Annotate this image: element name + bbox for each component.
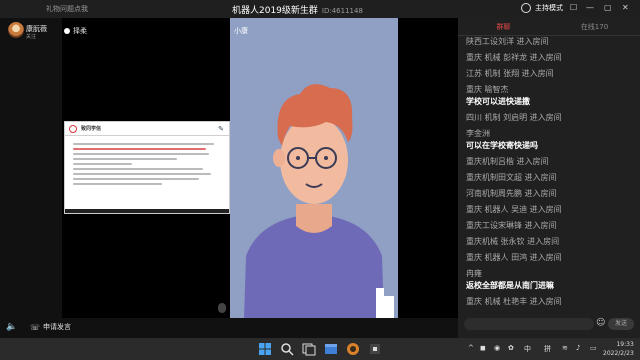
speaker-illustration [244, 84, 394, 318]
tab-group-chat[interactable]: 群聊 [458, 18, 549, 35]
chat-message: 重庆机制吕楷 进入房间 [466, 157, 549, 166]
host-mode-icon [521, 3, 531, 13]
chat-message: 江苏 机制 张翔 进入房间 [466, 69, 554, 78]
tray-app-icon[interactable]: ◉ [494, 344, 500, 352]
side-strip [398, 18, 458, 318]
panel-tabs: 群聊 在线170 [458, 18, 640, 36]
tab-online[interactable]: 在线170 [549, 18, 640, 35]
host-mode-label: 主持模式 [535, 4, 563, 12]
chat-sender: 冉雍 [466, 269, 482, 278]
wifi-icon[interactable]: ≋ [562, 344, 568, 352]
send-button[interactable]: 发送 [608, 318, 634, 330]
windows-start-icon[interactable] [258, 342, 272, 356]
host-mode-toggle[interactable]: 主持模式 [521, 3, 563, 13]
room-id: ID:4611148 [321, 7, 363, 15]
window-title: 机器人2019级新生群 ID:4611148 [232, 3, 363, 16]
chat-message: 学校可以进快递撒 [466, 97, 530, 106]
chat-message: 四川 机制 刘启明 进入房间 [466, 113, 562, 122]
chat-message: 重庆机制田文超 进入房间 [466, 173, 557, 182]
app-window-icon[interactable] [324, 342, 338, 356]
app-window: 礼物问题点我 机器人2019级新生群 ID:4611148 主持模式 ☐ — ▢ … [0, 0, 640, 338]
follow-button[interactable]: 关注 [26, 33, 36, 40]
battery-icon[interactable]: ▭ [590, 344, 597, 352]
clock-time: 19:33 [616, 341, 634, 348]
chat-message: 重庆 机器人 吴迪 进入房间 [466, 205, 562, 214]
document-header: 致同学信 [65, 122, 229, 136]
mic-icon[interactable] [218, 303, 226, 313]
chat-panel: 群聊 在线170 陕西工设刘洋 进入房间 重庆 机械 彭祥龙 进入房间 江苏 机… [458, 18, 640, 338]
task-view-icon[interactable] [302, 342, 316, 356]
pen-icon[interactable]: ✎ [218, 125, 224, 133]
player-app-icon[interactable] [368, 342, 382, 356]
chat-message: 重庆 机器人 田鸿 进入房间 [466, 253, 562, 262]
close-icon[interactable]: ✕ [622, 3, 629, 12]
taskbar: ^ ◼ ◉ ✿ 中 拼 ≋ ♪ ▭ 19:33 2022/2/23 [0, 338, 640, 360]
phone-icon: ☏ [30, 322, 41, 332]
main-video-label: 择柔 [64, 26, 87, 36]
host-avatar[interactable] [8, 22, 24, 38]
chat-message: 可以在学校寄快递吗 [466, 141, 538, 150]
tray-chevron-icon[interactable]: ^ [468, 344, 474, 352]
chat-message: 返校全部都是从南门进嘛 [466, 281, 554, 290]
minimize-icon[interactable]: — [586, 3, 594, 12]
chat-message: 重庆机械 张永钦 进入房间 [466, 237, 560, 246]
tray-app-icon[interactable]: ✿ [508, 344, 514, 352]
clock-date: 2022/2/23 [603, 350, 634, 357]
title-bar: 礼物问题点我 机器人2019级新生群 ID:4611148 主持模式 ☐ — ▢ … [0, 0, 640, 18]
apply-speak-button[interactable]: ☏ 申请发言 [30, 322, 71, 332]
presenter-dot-icon [64, 28, 70, 34]
live-app-icon[interactable] [346, 342, 360, 356]
presenter-name: 择柔 [73, 27, 87, 35]
chat-message: 重庆 机械 杜艳丰 进入房间 [466, 297, 562, 306]
search-icon[interactable] [280, 342, 294, 356]
chat-message: 重庆工设宋琳锋 进入房间 [466, 221, 557, 230]
school-logo-icon [69, 124, 77, 133]
shared-document[interactable]: 致同学信 ✎ [64, 121, 230, 214]
chat-message: 重庆 机械 彭祥龙 进入房间 [466, 53, 562, 62]
speaker-video: 小康 [230, 18, 398, 318]
document-title: 致同学信 [81, 126, 102, 132]
settings-icon[interactable]: ☐ [570, 3, 577, 12]
ime-name[interactable]: 拼 [544, 344, 551, 354]
document-body [65, 136, 229, 192]
chat-sender: 重庆 喻智杰 [466, 85, 509, 94]
volume-icon[interactable]: 🔈 [6, 322, 17, 332]
tray-app-icon[interactable]: ◼ [480, 344, 486, 352]
emoji-icon[interactable]: ☺ [596, 318, 605, 328]
room-name: 机器人2019级新生群 [232, 6, 318, 16]
apply-speak-label: 申请发言 [43, 323, 72, 331]
chat-input[interactable] [464, 318, 594, 330]
chat-sender: 李金洲 [466, 129, 490, 138]
maximize-icon[interactable]: ▢ [604, 3, 612, 12]
bottom-bar: 🔈 ☏ 申请发言 [0, 318, 458, 338]
ime-mode[interactable]: 中 [524, 344, 531, 354]
document-progress-bar [65, 209, 229, 213]
chat-list[interactable]: 陕西工设刘洋 进入房间 重庆 机械 彭祥龙 进入房间 江苏 机制 张翔 进入房间… [458, 36, 640, 326]
speaker-icon[interactable]: ♪ [576, 344, 580, 352]
chat-message: 河南机制周先鹏 进入房间 [466, 189, 557, 198]
chat-message: 陕西工设刘洋 进入房间 [466, 37, 549, 46]
clock[interactable]: 19:33 2022/2/23 [603, 340, 634, 358]
speaker-name: 小康 [234, 27, 248, 35]
gift-help-link[interactable]: 礼物问题点我 [46, 4, 88, 14]
